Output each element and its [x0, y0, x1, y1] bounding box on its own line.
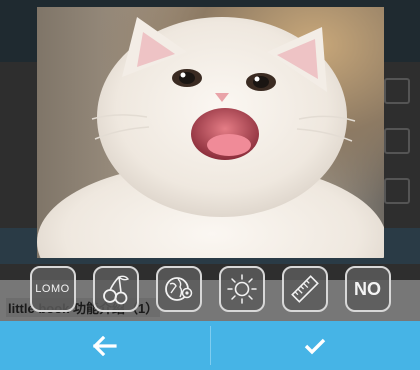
filter-sun-button[interactable]: [218, 266, 265, 312]
chart-icon: [384, 128, 410, 154]
arrow-left-icon: [92, 335, 117, 356]
filter-none-label: NO: [354, 278, 381, 299]
photo-preview: [37, 7, 384, 258]
ruler-icon: [290, 275, 319, 303]
back-button[interactable]: [0, 321, 210, 370]
sun-icon: [226, 274, 257, 304]
confirm-button[interactable]: [211, 321, 420, 370]
filter-none-button[interactable]: NO: [344, 266, 391, 312]
filter-lomo-label: LOMO: [35, 283, 70, 295]
kitten-photo: [37, 17, 384, 258]
filter-ruler-button[interactable]: [281, 266, 328, 312]
filter-strip: LOMO NO: [0, 262, 420, 316]
checkmark-icon: [305, 338, 326, 354]
folder-icon: [384, 178, 410, 204]
action-bar: [0, 321, 420, 370]
cherry-icon: [102, 275, 129, 305]
filter-cherry-button[interactable]: [92, 266, 139, 312]
filter-globe-button[interactable]: [155, 266, 202, 312]
image-icon: [384, 78, 410, 104]
filter-lomo-button[interactable]: LOMO: [29, 266, 76, 312]
globe-gear-icon: [164, 277, 192, 301]
